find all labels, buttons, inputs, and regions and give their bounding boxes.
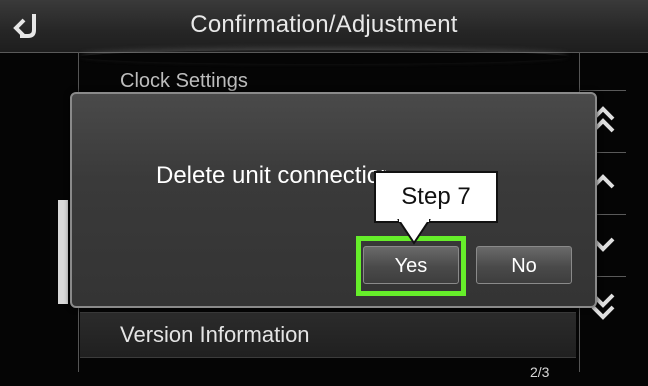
confirm-dialog: Delete unit connection? Yes No [70,92,597,308]
page-indicator: 2/3 [530,364,550,380]
left-edge-tab [58,200,68,304]
step-callout-text: Step 7 [401,183,471,210]
list-item-clock-settings[interactable]: Clock Settings [120,70,320,94]
dialog-message: Delete unit connection? [156,162,386,189]
page-title: Confirmation/Adjustment [190,11,458,38]
nav-screen: Confirmation/Adjustment Clock Settings V… [0,0,648,386]
callout-pointer [397,219,431,245]
no-button[interactable]: No [476,246,572,284]
yes-highlight-box [356,236,466,296]
version-information-label: Version Information [120,322,310,347]
list-item-version-information[interactable]: Version Information [80,312,576,358]
step-callout: Step 7 [374,171,498,223]
header-bar: Confirmation/Adjustment [0,0,648,53]
